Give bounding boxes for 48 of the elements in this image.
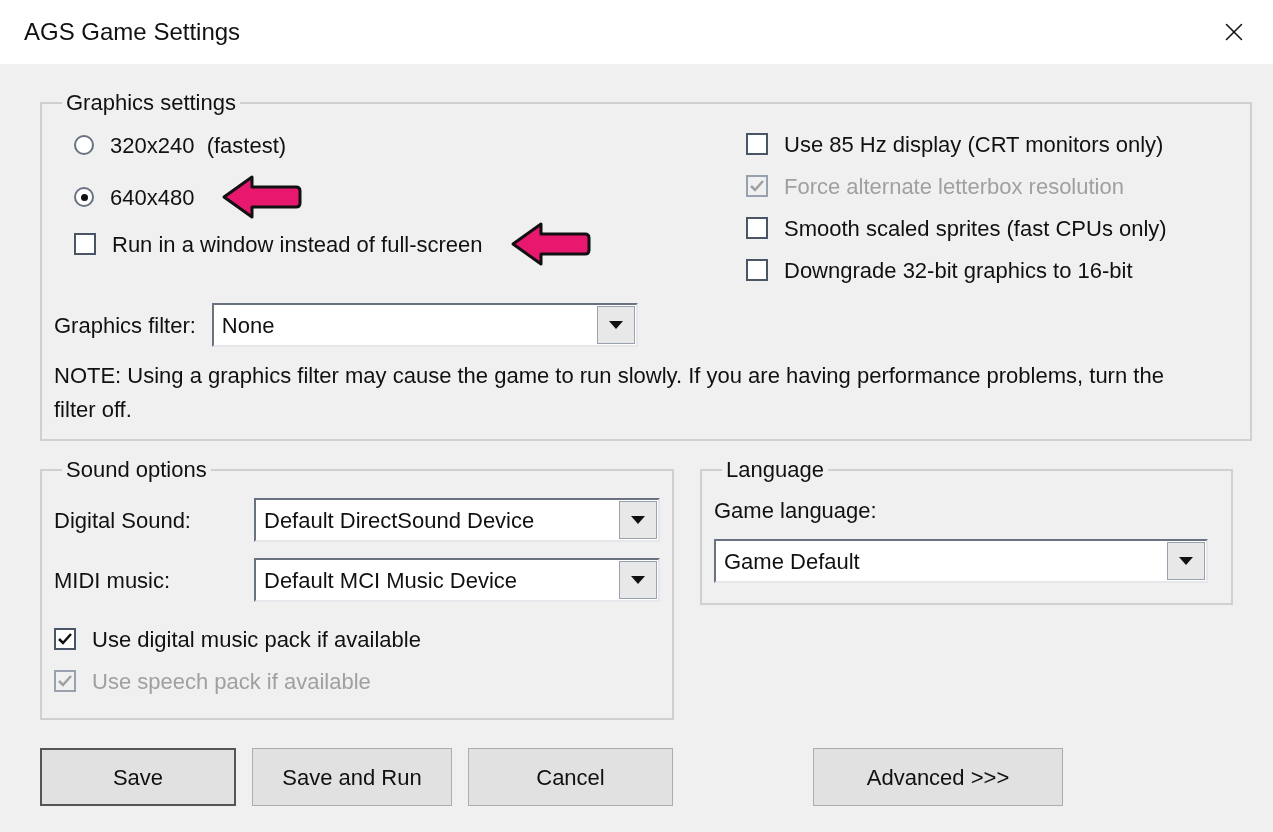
checkbox[interactable] bbox=[746, 259, 768, 281]
checkbox[interactable] bbox=[746, 133, 768, 155]
dropdown[interactable]: None bbox=[211, 303, 638, 347]
field-label: Graphics filter: bbox=[54, 311, 196, 340]
group-title: Sound options bbox=[65, 456, 208, 484]
checkbox-label: Run in a window instead of full-screen bbox=[112, 230, 483, 259]
dropdown-arrow-button[interactable] bbox=[1167, 542, 1205, 580]
caret-icon bbox=[631, 516, 645, 524]
dropdown-arrow-button[interactable] bbox=[619, 501, 657, 539]
field-label: Game language: bbox=[714, 497, 878, 525]
dropdown[interactable]: Default DirectSound Device bbox=[254, 498, 660, 542]
note-text: NOTE: Using a graphics filter may cause the game to run slowly. If you are having performance problems, turn the filter off. bbox=[54, 362, 1165, 424]
field-label: MIDI music: bbox=[54, 566, 172, 595]
dropdown-arrow-button[interactable] bbox=[619, 561, 657, 599]
checkbox-label: Force alternate letterbox resolution bbox=[784, 172, 1124, 201]
checkbox-label: Use speech pack if available bbox=[92, 667, 371, 696]
check-icon bbox=[57, 631, 73, 647]
checkbox[interactable] bbox=[746, 217, 768, 239]
dropdown-value: Game Default bbox=[724, 547, 861, 576]
dropdown-value: None bbox=[221, 311, 276, 340]
dialog-button[interactable]: Save and Run bbox=[252, 748, 452, 806]
field-label: Digital Sound: bbox=[54, 506, 192, 535]
check-icon bbox=[57, 673, 73, 689]
radio-button[interactable] bbox=[74, 187, 94, 207]
dropdown-value: Default MCI Music Device bbox=[264, 566, 519, 595]
window-title: AGS Game Settings bbox=[24, 17, 241, 47]
checkbox-label: Smooth scaled sprites (fast CPUs only) bbox=[784, 214, 1167, 243]
radio-label: 320x240 (fastest) bbox=[110, 131, 287, 160]
group-title: Graphics settings bbox=[65, 89, 237, 117]
dialog-button[interactable]: Advanced >>> bbox=[813, 748, 1063, 806]
radio-button[interactable] bbox=[74, 135, 94, 155]
check-icon bbox=[749, 178, 765, 194]
caret-icon bbox=[1179, 557, 1193, 565]
dropdown[interactable]: Game Default bbox=[714, 539, 1208, 583]
caret-icon bbox=[631, 576, 645, 584]
checkbox[interactable] bbox=[54, 628, 76, 650]
dropdown-arrow-button[interactable] bbox=[596, 306, 635, 344]
checkbox-label: Use 85 Hz display (CRT monitors only) bbox=[784, 130, 1164, 159]
dropdown-value: Default DirectSound Device bbox=[264, 506, 536, 535]
checkbox[interactable] bbox=[74, 233, 96, 255]
checkbox-label: Downgrade 32-bit graphics to 16-bit bbox=[784, 256, 1133, 285]
dialog-button[interactable]: Save bbox=[40, 748, 236, 806]
dialog-button[interactable]: Cancel bbox=[468, 748, 673, 806]
group-title: Language bbox=[725, 456, 825, 484]
checkbox-label: Use digital music pack if available bbox=[92, 625, 421, 654]
dropdown[interactable]: Default MCI Music Device bbox=[254, 558, 660, 602]
caret-icon bbox=[608, 321, 623, 329]
radio-label: 640x480 bbox=[110, 183, 195, 212]
